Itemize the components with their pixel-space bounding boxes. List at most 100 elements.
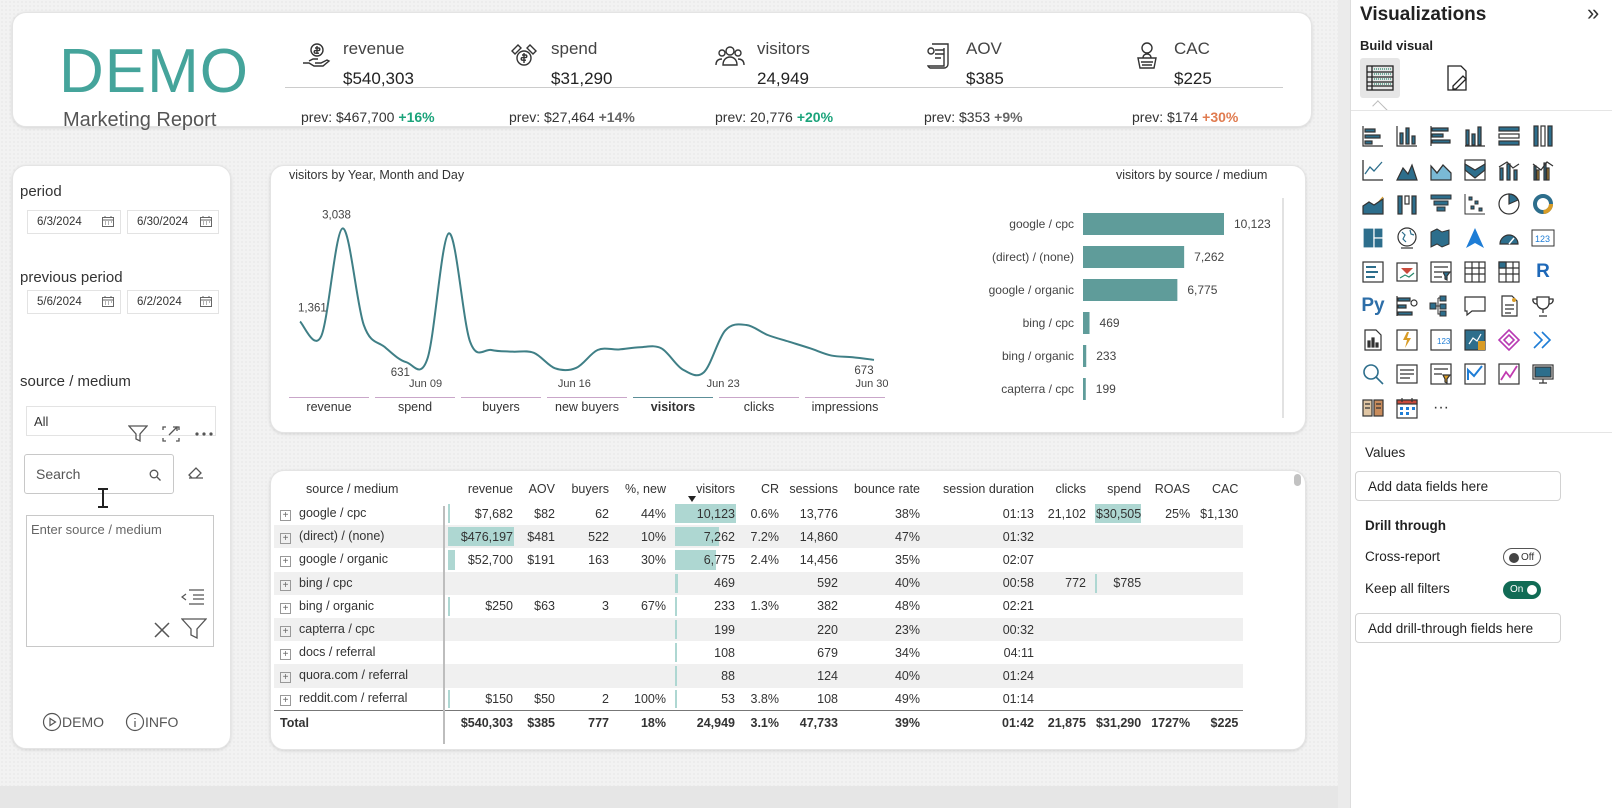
expand-row-icon[interactable]: + xyxy=(280,626,291,638)
column-waterfall-icon[interactable] xyxy=(1395,192,1419,216)
area-chart-icon[interactable] xyxy=(1395,158,1419,182)
column-header-bounce[interactable]: bounce rate xyxy=(843,476,925,502)
treemap-icon[interactable] xyxy=(1361,226,1385,250)
source-medium-dropdown[interactable]: All xyxy=(26,406,216,436)
column-header-visitors[interactable]: visitors xyxy=(671,476,740,502)
table-row[interactable]: + google / organic $52,700 $191 163 30% 6,775 2… xyxy=(274,548,1243,571)
card-icon[interactable]: 123 xyxy=(1531,226,1555,250)
multi-row-card-icon[interactable] xyxy=(1361,260,1385,284)
100-stacked-column-icon[interactable] xyxy=(1531,124,1555,148)
table-row[interactable]: + bing / organic $250 $63 3 67% 233 1.3% 382 48% 0… xyxy=(274,595,1243,618)
calendar-visual-icon[interactable] xyxy=(1395,396,1419,420)
ribbon-chart-icon[interactable] xyxy=(1463,158,1487,182)
expand-row-icon[interactable]: + xyxy=(280,579,291,591)
bar[interactable] xyxy=(1083,378,1086,400)
metric-tab-clicks[interactable]: clicks xyxy=(719,397,799,414)
pie-chart-icon[interactable] xyxy=(1497,192,1521,216)
custom-visual-icon[interactable] xyxy=(1361,396,1385,420)
decomposition-tree-icon[interactable] xyxy=(1429,294,1453,318)
focus-mode-icon[interactable] xyxy=(162,426,180,442)
column-header-cac[interactable]: CAC xyxy=(1195,476,1243,502)
demo-link[interactable]: DEMO xyxy=(42,712,104,732)
column-header-sessions[interactable]: sessions xyxy=(784,476,843,502)
column-header-revenue[interactable]: revenue xyxy=(444,476,518,502)
expand-row-icon[interactable]: + xyxy=(280,695,291,707)
table-row[interactable]: + reddit.com / referral $150 $50 2 100% 53 3.8%… xyxy=(274,688,1243,711)
table-row[interactable]: + docs / referral 108 679 34% 04:11 xyxy=(274,641,1243,664)
column-header-spend[interactable]: spend xyxy=(1091,476,1146,502)
apply-filter-icon[interactable] xyxy=(181,618,207,640)
prev-start-input[interactable]: 5/6/2024 xyxy=(27,290,121,314)
funnel-icon[interactable] xyxy=(1429,192,1453,216)
calendar-icon[interactable] xyxy=(200,216,212,227)
search-visual-icon[interactable] xyxy=(1361,362,1385,386)
line-chart-icon[interactable] xyxy=(1361,158,1385,182)
gauge-icon[interactable] xyxy=(1497,226,1521,250)
visitors-line-chart[interactable]: 1,361 3,038 631 673 Jun 09 Jun 16 Jun 23 Jun 30 xyxy=(280,190,900,390)
narrative-icon[interactable] xyxy=(1497,294,1521,318)
metric-tab-revenue[interactable]: revenue xyxy=(289,397,369,414)
goals-icon[interactable] xyxy=(1531,294,1555,318)
azure-map-icon[interactable] xyxy=(1463,226,1487,250)
cross-report-toggle[interactable]: Off xyxy=(1503,548,1541,566)
expand-row-icon[interactable]: + xyxy=(280,533,291,545)
clustered-column-icon[interactable] xyxy=(1463,124,1487,148)
metric-tab-impressions[interactable]: impressions xyxy=(805,397,885,414)
monitor-visual-icon[interactable] xyxy=(1531,362,1555,386)
button-slicer-icon[interactable] xyxy=(1429,362,1453,386)
stacked-column-icon[interactable] xyxy=(1395,124,1419,148)
metric-tab-new-buyers[interactable]: new buyers xyxy=(547,397,627,414)
smart-narrative-icon[interactable] xyxy=(1531,328,1555,352)
column-header-new[interactable]: %, new xyxy=(614,476,671,502)
add-drill-through-button[interactable]: Add drill-through fields here xyxy=(1355,613,1561,643)
kpi-icon[interactable] xyxy=(1395,260,1419,284)
list-indent-icon[interactable] xyxy=(181,588,205,606)
table-icon[interactable] xyxy=(1463,260,1487,284)
r-visual-icon[interactable]: R xyxy=(1531,260,1555,284)
prev-end-input[interactable]: 6/2/2024 xyxy=(127,290,219,314)
line-chart-pink-icon[interactable] xyxy=(1497,362,1521,386)
bar[interactable] xyxy=(1083,279,1178,301)
add-data-fields-button[interactable]: Add data fields here xyxy=(1355,471,1561,501)
expand-row-icon[interactable]: + xyxy=(280,602,291,614)
bar[interactable] xyxy=(1083,312,1090,334)
more-visuals-icon[interactable]: ··· xyxy=(1429,396,1453,420)
filter-icon[interactable] xyxy=(128,425,148,443)
column-header-duration[interactable]: session duration xyxy=(925,476,1039,502)
more-options-icon[interactable] xyxy=(194,431,214,437)
donut-chart-icon[interactable] xyxy=(1531,192,1555,216)
table-row[interactable]: + quora.com / referral 88 124 40% 01:24 xyxy=(274,664,1244,688)
column-header-src[interactable]: source / medium xyxy=(274,476,444,502)
calendar-icon[interactable] xyxy=(102,296,114,307)
bar[interactable] xyxy=(1083,213,1224,235)
column-header-buyers[interactable]: buyers xyxy=(560,476,614,502)
power-automate-icon[interactable]: 123 xyxy=(1429,328,1453,352)
qna-icon[interactable] xyxy=(1463,294,1487,318)
power-bi-visual-icon[interactable] xyxy=(1463,362,1487,386)
period-start-input[interactable]: 6/3/2024 xyxy=(27,210,121,234)
key-influencers-icon[interactable] xyxy=(1395,294,1419,318)
expand-row-icon[interactable]: + xyxy=(280,672,291,684)
expand-row-icon[interactable]: + xyxy=(280,510,291,522)
stacked-bar-icon[interactable] xyxy=(1361,124,1385,148)
table-scrollbar[interactable] xyxy=(1294,474,1301,486)
eraser-icon[interactable] xyxy=(188,466,204,480)
keep-all-filters-toggle[interactable]: On xyxy=(1503,581,1541,599)
stacked-area-icon[interactable] xyxy=(1429,158,1453,182)
table-row[interactable]: + capterra / cpc 199 220 23% 00:32 xyxy=(274,617,1244,642)
visitors-series-line[interactable] xyxy=(299,227,875,377)
matrix-icon[interactable] xyxy=(1497,260,1521,284)
bar[interactable] xyxy=(1083,246,1185,268)
bar-chart-scrollbar[interactable] xyxy=(1282,198,1284,418)
column-header-cr[interactable]: CR xyxy=(740,476,784,502)
column-header-aov[interactable]: AOV xyxy=(518,476,560,502)
power-apps-icon[interactable] xyxy=(1395,328,1419,352)
map-globe-icon[interactable] xyxy=(1395,226,1419,250)
source-medium-text-input[interactable]: Enter source / medium xyxy=(26,515,214,647)
info-link[interactable]: INFO xyxy=(125,712,178,732)
expand-row-icon[interactable]: + xyxy=(280,556,291,568)
collapse-pane-button[interactable]: » xyxy=(1587,0,1599,26)
scatter-icon[interactable] xyxy=(1463,192,1487,216)
calendar-icon[interactable] xyxy=(102,216,114,227)
clear-icon[interactable] xyxy=(153,621,171,639)
